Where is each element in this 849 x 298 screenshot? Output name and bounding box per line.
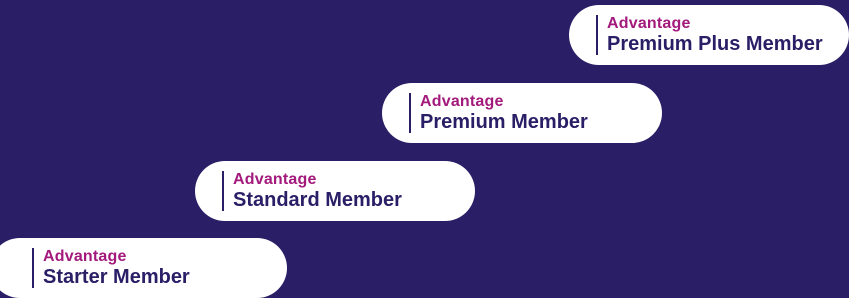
tier-name: Standard Member — [233, 189, 402, 211]
tier-brand-label: Advantage — [607, 15, 691, 32]
tier-brand-label: Advantage — [43, 248, 127, 265]
tier-label-group: Advantage Standard Member — [222, 171, 402, 211]
tier-badge-premium-plus: Advantage Premium Plus Member — [569, 5, 849, 65]
tier-label-group: Advantage Premium Member — [409, 93, 588, 133]
tier-name: Starter Member — [43, 266, 190, 288]
tier-brand-label: Advantage — [233, 171, 317, 188]
tier-badge-starter: Advantage Starter Member — [0, 238, 287, 298]
tier-badge-standard: Advantage Standard Member — [195, 161, 475, 221]
tier-name: Premium Member — [420, 111, 588, 133]
tier-badge-premium: Advantage Premium Member — [382, 83, 662, 143]
tier-name: Premium Plus Member — [607, 33, 823, 55]
tier-label-group: Advantage Premium Plus Member — [596, 15, 823, 55]
tier-label-group: Advantage Starter Member — [32, 248, 190, 288]
tier-brand-label: Advantage — [420, 93, 504, 110]
